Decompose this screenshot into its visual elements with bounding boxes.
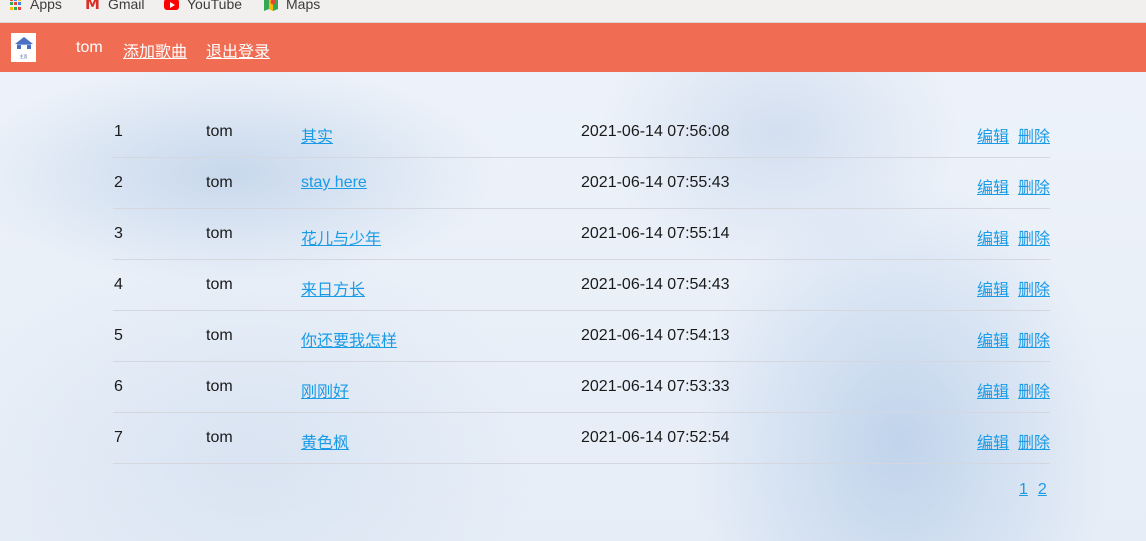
maps-icon — [264, 0, 278, 11]
table-row: 5 tom 你还要我怎样 2021-06-14 07:54:13 编辑 删除 — [113, 311, 1050, 362]
delete-link[interactable]: 删除 — [1018, 225, 1050, 249]
song-id: 3 — [114, 225, 123, 242]
bookmark-apps[interactable]: Apps — [10, 0, 62, 14]
edit-link[interactable]: 编辑 — [977, 378, 1009, 402]
song-table: 1 tom 其实 2021-06-14 07:56:08 编辑 删除 2 tom… — [113, 107, 1050, 464]
bookmark-label: Maps — [286, 0, 321, 12]
bookmark-maps[interactable]: Maps — [264, 0, 320, 14]
song-time: 2021-06-14 07:56:08 — [581, 123, 730, 140]
delete-link[interactable]: 删除 — [1018, 327, 1050, 351]
edit-link[interactable]: 编辑 — [977, 429, 1009, 453]
delete-link[interactable]: 删除 — [1018, 429, 1050, 453]
table-row: 7 tom 黄色枫 2021-06-14 07:52:54 编辑 删除 — [113, 413, 1050, 464]
edit-link[interactable]: 编辑 — [977, 174, 1009, 198]
table-row: 2 tom stay here 2021-06-14 07:55:43 编辑 删… — [113, 158, 1050, 209]
song-user: tom — [206, 429, 233, 446]
add-song-link[interactable]: 添加歌曲 — [123, 38, 187, 62]
song-user: tom — [206, 378, 233, 395]
edit-link[interactable]: 编辑 — [977, 225, 1009, 249]
song-user: tom — [206, 225, 233, 242]
home-logo[interactable]: 主页 — [11, 33, 36, 62]
song-title-link[interactable]: 刚刚好 — [301, 378, 349, 402]
house-icon — [14, 37, 33, 49]
bookmark-gmail[interactable]: M Gmail — [85, 0, 145, 14]
song-user: tom — [206, 174, 233, 191]
song-title-link[interactable]: 花儿与少年 — [301, 225, 381, 249]
logout-link[interactable]: 退出登录 — [206, 38, 270, 62]
song-user: tom — [206, 123, 233, 140]
song-time: 2021-06-14 07:55:43 — [581, 174, 730, 191]
song-time: 2021-06-14 07:53:33 — [581, 378, 730, 395]
song-title-link[interactable]: stay here — [301, 174, 367, 192]
song-id: 5 — [114, 327, 123, 344]
song-id: 7 — [114, 429, 123, 446]
song-user: tom — [206, 327, 233, 344]
table-row: 1 tom 其实 2021-06-14 07:56:08 编辑 删除 — [113, 107, 1050, 158]
delete-link[interactable]: 删除 — [1018, 123, 1050, 147]
page-link-1[interactable]: 1 — [1019, 481, 1028, 498]
bookmarks-bar: Apps M Gmail YouTube Maps — [0, 0, 1146, 23]
top-navbar: 主页 tom 添加歌曲 退出登录 — [0, 23, 1146, 72]
delete-link[interactable]: 删除 — [1018, 378, 1050, 402]
bookmark-youtube[interactable]: YouTube — [164, 0, 242, 14]
current-user: tom — [76, 39, 103, 56]
song-title-link[interactable]: 你还要我怎样 — [301, 327, 397, 351]
logo-text: 主页 — [19, 54, 28, 59]
bookmark-label: Gmail — [107, 0, 145, 12]
delete-link[interactable]: 删除 — [1018, 276, 1050, 300]
song-time: 2021-06-14 07:52:54 — [581, 429, 730, 446]
song-id: 1 — [114, 123, 123, 140]
song-time: 2021-06-14 07:54:43 — [581, 276, 730, 293]
page-link-2[interactable]: 2 — [1038, 481, 1047, 498]
bookmark-label: Apps — [30, 0, 62, 12]
song-id: 2 — [114, 174, 123, 191]
song-id: 6 — [114, 378, 123, 395]
song-title-link[interactable]: 来日方长 — [301, 276, 365, 300]
table-row: 4 tom 来日方长 2021-06-14 07:54:43 编辑 删除 — [113, 260, 1050, 311]
pagination: 12 — [1019, 481, 1057, 499]
song-title-link[interactable]: 其实 — [301, 123, 333, 147]
gmail-icon: M — [85, 0, 100, 13]
apps-grid-icon — [10, 0, 22, 10]
song-time: 2021-06-14 07:55:14 — [581, 225, 730, 242]
youtube-icon — [164, 0, 179, 10]
song-title-link[interactable]: 黄色枫 — [301, 429, 349, 453]
table-row: 3 tom 花儿与少年 2021-06-14 07:55:14 编辑 删除 — [113, 209, 1050, 260]
edit-link[interactable]: 编辑 — [977, 276, 1009, 300]
delete-link[interactable]: 删除 — [1018, 174, 1050, 198]
song-user: tom — [206, 276, 233, 293]
table-row: 6 tom 刚刚好 2021-06-14 07:53:33 编辑 删除 — [113, 362, 1050, 413]
edit-link[interactable]: 编辑 — [977, 123, 1009, 147]
edit-link[interactable]: 编辑 — [977, 327, 1009, 351]
song-time: 2021-06-14 07:54:13 — [581, 327, 730, 344]
song-id: 4 — [114, 276, 123, 293]
bookmark-label: YouTube — [187, 0, 243, 12]
